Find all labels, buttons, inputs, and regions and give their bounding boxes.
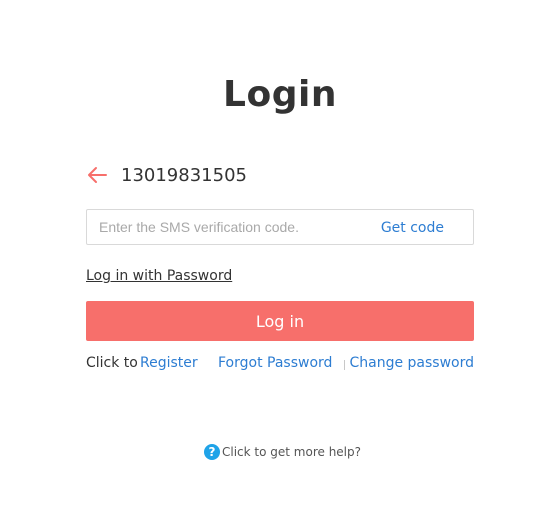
phone-number: 13019831505 <box>121 164 247 186</box>
get-code-button[interactable]: Get code <box>381 220 444 236</box>
page-title: Login <box>223 74 337 115</box>
login-with-password-link[interactable]: Log in with Password <box>86 268 232 284</box>
arrow-left-icon[interactable] <box>86 166 108 184</box>
click-to-label: Click to <box>86 355 138 371</box>
help-link[interactable]: ? Click to get more help? <box>204 443 361 460</box>
sms-code-field: Get code <box>86 209 474 245</box>
link-divider <box>344 360 345 370</box>
login-button[interactable]: Log in <box>86 301 474 341</box>
help-text: Click to get more help? <box>222 444 361 459</box>
change-password-link[interactable]: Change password <box>349 355 474 371</box>
account-links: Click to Register Forgot Password Change… <box>86 355 474 375</box>
question-circle-icon: ? <box>204 443 220 460</box>
forgot-password-link[interactable]: Forgot Password <box>218 355 332 371</box>
register-link[interactable]: Register <box>140 355 198 371</box>
sms-code-input[interactable] <box>99 210 369 244</box>
phone-row: 13019831505 <box>86 160 247 190</box>
